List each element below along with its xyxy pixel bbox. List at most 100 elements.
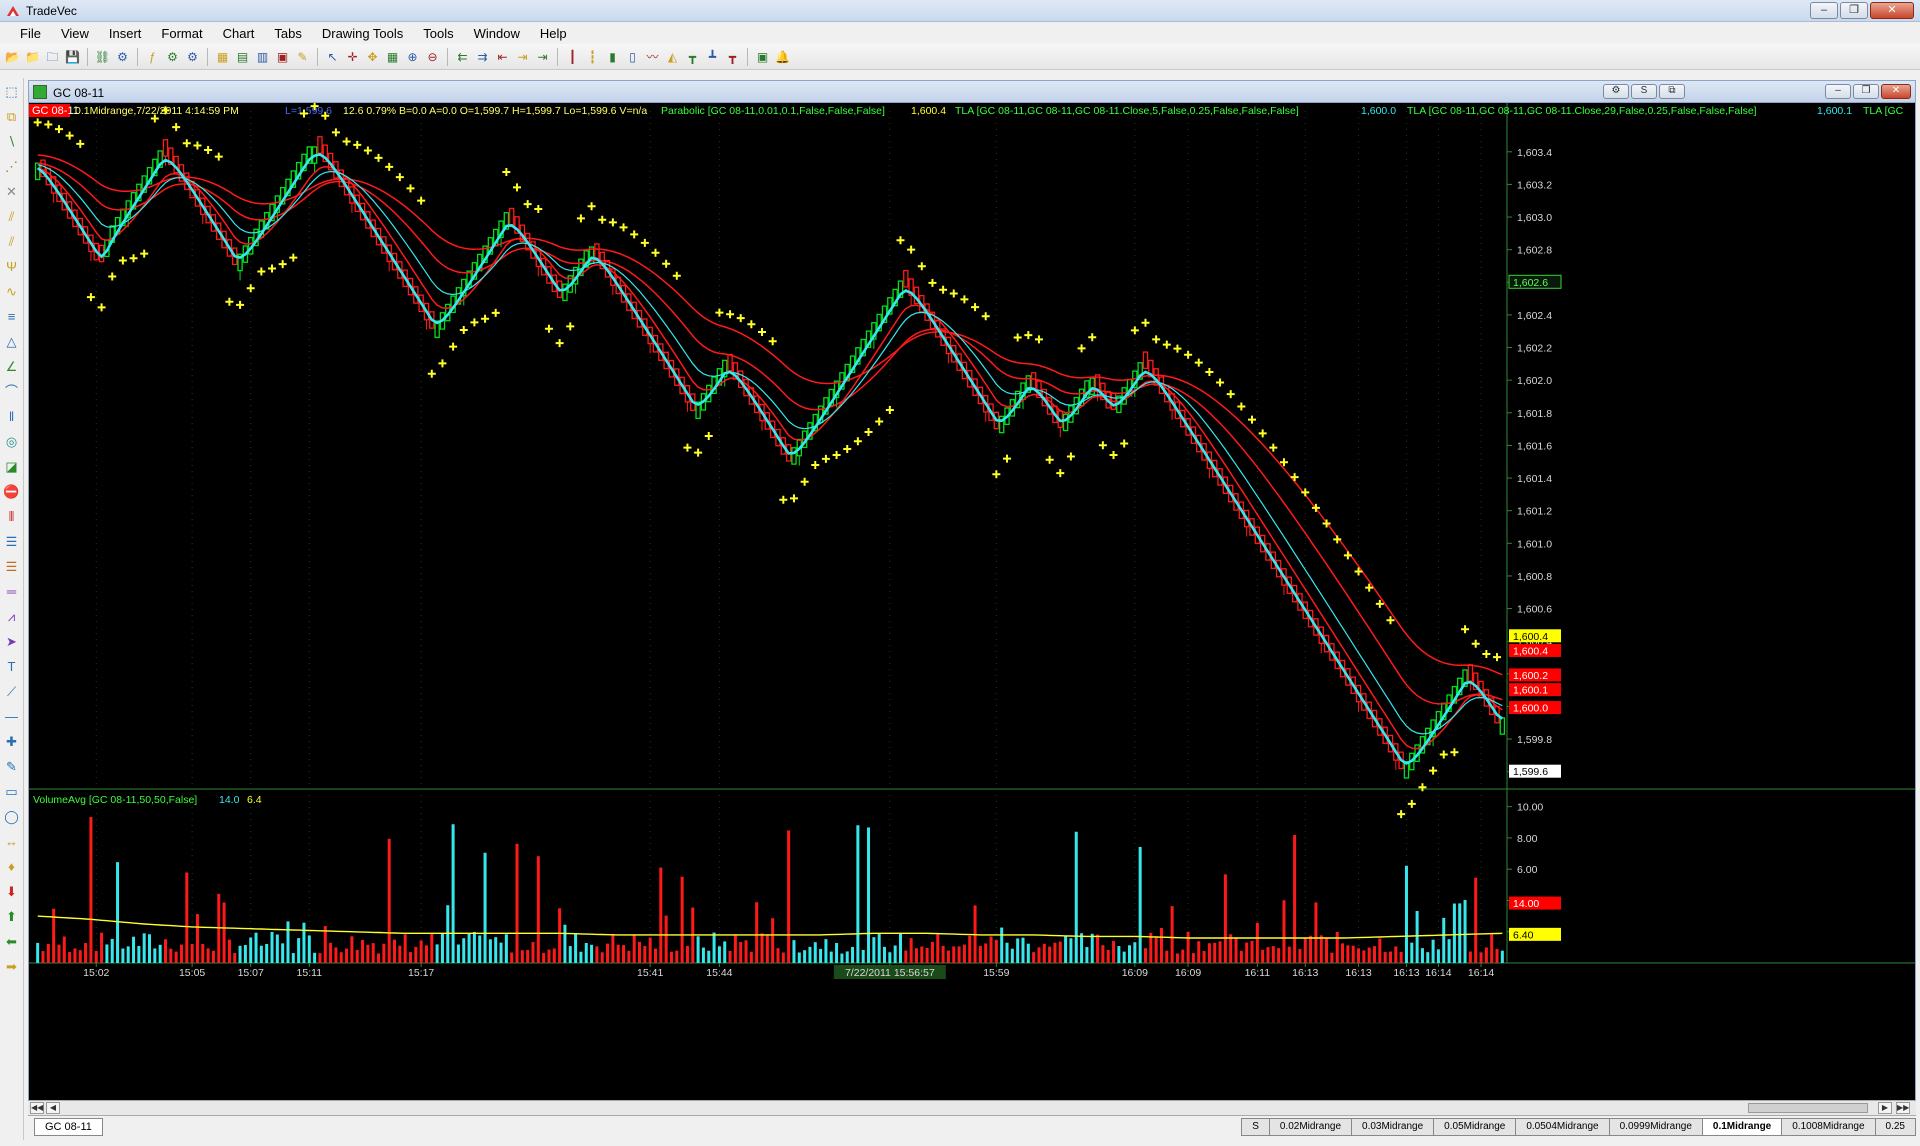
menu-insert[interactable]: Insert — [99, 26, 152, 41]
line-chart-icon[interactable]: 〰 — [644, 48, 661, 65]
minimize-button[interactable]: – — [1810, 2, 1838, 19]
crosshair-tool-icon[interactable]: ✚ — [3, 732, 21, 751]
measure-tool-icon[interactable]: ↔ — [3, 832, 21, 851]
scroll-right-icon[interactable]: ⇥ — [514, 48, 531, 65]
chart-close-button[interactable]: ✕ — [1881, 84, 1911, 99]
ray-tool-icon[interactable]: ⟋ — [3, 682, 21, 701]
candle-icon[interactable]: ▮ — [604, 48, 621, 65]
rectangle-tool-icon[interactable]: ▭ — [3, 782, 21, 801]
hline-tool-icon[interactable]: — — [3, 707, 21, 726]
ellipse-tool-icon[interactable]: ◯ — [3, 807, 21, 826]
bar-chart-icon[interactable]: ┃ — [564, 48, 581, 65]
scroll-right-button[interactable]: ▶ — [1878, 1102, 1892, 1114]
chart-scale-button[interactable]: S — [1631, 84, 1657, 99]
triangle-tool-icon[interactable]: △ — [3, 332, 21, 351]
chart-scrollbar[interactable]: ◀◀ ◀ ▶ ▶▶ — [28, 1100, 1916, 1116]
channel-tool-icon[interactable]: ⫽ — [3, 207, 21, 226]
right-arrows-icon[interactable]: ⇉ — [474, 48, 491, 65]
chart-restore-button[interactable]: ❐ — [1853, 84, 1879, 99]
chart-link-button[interactable]: ⧉ — [1659, 84, 1685, 99]
menu-tools[interactable]: Tools — [413, 26, 463, 41]
spiral-tool-icon[interactable]: ◎ — [3, 432, 21, 451]
menu-help[interactable]: Help — [530, 26, 577, 41]
bar-chart-icon[interactable]: ┇ — [584, 48, 601, 65]
line-tool-icon[interactable]: ∖ — [3, 132, 21, 151]
tab-gc-08-11[interactable]: GC 08-11 — [34, 1118, 103, 1136]
price-chart[interactable]: GC 08-110.1Midrange,7/22/2011 4:14:59 PM… — [29, 103, 1915, 1103]
save-icon[interactable]: 💾 — [64, 48, 81, 65]
levels-icon[interactable]: ☰ — [3, 532, 21, 551]
chart-settings-button[interactable]: ⚙ — [1603, 84, 1629, 99]
gann-tool-icon[interactable]: ◪ — [3, 457, 21, 476]
bar-style-icon[interactable]: ┻ — [704, 48, 721, 65]
equal-lines-icon[interactable]: ═ — [3, 582, 21, 601]
menu-chart[interactable]: Chart — [213, 26, 265, 41]
close-button[interactable]: ✕ — [1870, 2, 1914, 19]
angle-tool-icon[interactable]: ∠ — [3, 357, 21, 376]
arc-tool-icon[interactable]: ⌒ — [3, 382, 21, 401]
menu-format[interactable]: Format — [151, 26, 212, 41]
scroll-first-button[interactable]: ◀◀ — [30, 1102, 44, 1114]
wave-tool-icon[interactable]: ∿ — [3, 282, 21, 301]
folder-icon[interactable]: 🗀 — [44, 48, 61, 65]
trend-tool-icon[interactable]: ⧉ — [3, 107, 21, 126]
scroll-last-button[interactable]: ▶▶ — [1896, 1102, 1910, 1114]
scroll-end-icon[interactable]: ⇥ — [534, 48, 551, 65]
bar-style-icon[interactable]: ┳ — [684, 48, 701, 65]
grid-icon[interactable]: ▦ — [384, 48, 401, 65]
table-icon[interactable]: ▤ — [234, 48, 251, 65]
zoom-in-icon[interactable]: ⊕ — [404, 48, 421, 65]
restore-button[interactable]: ❐ — [1840, 2, 1868, 19]
link-icon[interactable]: ⛓ — [94, 48, 111, 65]
cycle-lines-icon[interactable]: ⦀ — [3, 507, 21, 526]
chart-icon[interactable]: ▣ — [274, 48, 291, 65]
range-tab-0-1008midrange[interactable]: 0.1008Midrange — [1782, 1118, 1876, 1136]
fib-tool-icon[interactable]: ⋰ — [3, 157, 21, 176]
arrow-up-icon[interactable]: ⬆ — [3, 907, 21, 926]
cursor-icon[interactable]: ↖ — [324, 48, 341, 65]
open-folder-icon[interactable]: 📂 — [4, 48, 21, 65]
chart-minimize-button[interactable]: – — [1825, 84, 1851, 99]
properties-icon[interactable]: ▣ — [754, 48, 771, 65]
range-tab-0-0504midrange[interactable]: 0.0504Midrange — [1516, 1118, 1610, 1136]
horizontal-lines-icon[interactable]: ≡ — [3, 307, 21, 326]
arrow-left-icon[interactable]: ⬅ — [3, 932, 21, 951]
edit-icon[interactable]: ✎ — [294, 48, 311, 65]
range-tab-0-05midrange[interactable]: 0.05Midrange — [1434, 1118, 1517, 1136]
menu-window[interactable]: Window — [464, 26, 530, 41]
range-tab-0-0999midrange[interactable]: 0.0999Midrange — [1609, 1118, 1703, 1136]
range-tab-0-25[interactable]: 0.25 — [1875, 1118, 1916, 1136]
indicator-icon[interactable]: ƒ — [144, 48, 161, 65]
bar-style-icon[interactable]: ┳ — [724, 48, 741, 65]
table-icon[interactable]: ▥ — [254, 48, 271, 65]
menu-file[interactable]: File — [10, 26, 51, 41]
stop-icon[interactable]: ⛔ — [3, 482, 21, 501]
channel-tool-icon[interactable]: ⫽ — [3, 232, 21, 251]
menu-view[interactable]: View — [51, 26, 99, 41]
open-folder-icon[interactable]: 📁 — [24, 48, 41, 65]
range-tab-0-02midrange[interactable]: 0.02Midrange — [1269, 1118, 1353, 1136]
gear-icon[interactable]: ⚙ — [184, 48, 201, 65]
area-chart-icon[interactable]: ◭ — [664, 48, 681, 65]
pencil-tool-icon[interactable]: ✎ — [3, 757, 21, 776]
zigzag-tool-icon[interactable]: ⩘ — [3, 607, 21, 626]
pitchfork-tool-icon[interactable]: Ψ — [3, 257, 21, 276]
crosshair-icon[interactable]: ✛ — [344, 48, 361, 65]
arrow-down-icon[interactable]: ⬇ — [3, 882, 21, 901]
select-tool-icon[interactable]: ⬚ — [3, 82, 21, 101]
text-tool-icon[interactable]: T — [3, 657, 21, 676]
candle-icon[interactable]: ▯ — [624, 48, 641, 65]
marker-tool-icon[interactable]: ♦ — [3, 857, 21, 876]
scroll-left-icon[interactable]: ⇤ — [494, 48, 511, 65]
delete-tool-icon[interactable]: ✕ — [3, 182, 21, 201]
pan-icon[interactable]: ✥ — [364, 48, 381, 65]
gear-icon[interactable]: ⚙ — [164, 48, 181, 65]
range-tab-0-1midrange[interactable]: 0.1Midrange — [1702, 1118, 1783, 1136]
arrow-right-icon[interactable]: ➤ — [3, 632, 21, 651]
range-tab-0-03midrange[interactable]: 0.03Midrange — [1352, 1118, 1435, 1136]
scale-tab-button[interactable]: S — [1241, 1118, 1270, 1136]
alert-icon[interactable]: 🔔 — [774, 48, 791, 65]
settings-icon[interactable]: ⚙ — [114, 48, 131, 65]
left-arrows-icon[interactable]: ⇇ — [454, 48, 471, 65]
arrow-right-icon[interactable]: ➡ — [3, 957, 21, 976]
